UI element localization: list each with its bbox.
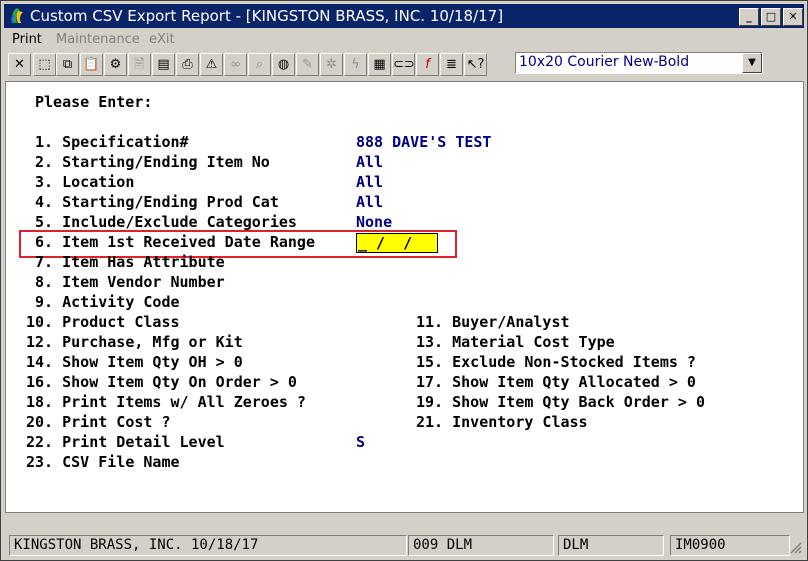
field-label-buyer: 11. Buyer/Analyst bbox=[416, 313, 570, 331]
settings-icon[interactable]: ⚙ bbox=[104, 53, 127, 76]
field-value-item-no: All bbox=[356, 153, 384, 171]
field-label-purchase-mfg-kit: 12. Purchase, Mfg or Kit bbox=[26, 333, 243, 351]
field-label-activity: 9. Activity Code bbox=[26, 293, 180, 311]
field-label-qty-oh: 14. Show Item Qty OH > 0 bbox=[26, 353, 243, 371]
resize-grip-icon[interactable] bbox=[790, 542, 802, 554]
notes-icon[interactable]: ≣ bbox=[440, 53, 463, 76]
field-label-specification: 1. Specification# bbox=[26, 133, 189, 151]
status-session: 009 DLM bbox=[408, 535, 554, 556]
menu-maintenance[interactable]: Maintenance bbox=[56, 32, 140, 47]
close-button[interactable]: ✕ bbox=[783, 8, 803, 26]
field-label-back-order: 19. Show Item Qty Back Order > 0 bbox=[416, 393, 705, 411]
pen-icon[interactable]: ✎ bbox=[296, 53, 319, 76]
field-label-inventory-class: 21. Inventory Class bbox=[416, 413, 588, 431]
lightning-icon[interactable]: ϟ bbox=[344, 53, 367, 76]
field-label-item-no: 2. Starting/Ending Item No bbox=[26, 153, 270, 171]
alert-icon[interactable]: ⚠ bbox=[200, 53, 223, 76]
document-icon[interactable]: 🗎 bbox=[128, 53, 151, 76]
terminal-screen: Please Enter: 1. Specification# 888 DAVE… bbox=[5, 81, 804, 513]
status-program: IM0900 bbox=[670, 535, 790, 556]
field-label-csv-file: 23. CSV File Name bbox=[26, 453, 180, 471]
gear-icon[interactable]: ✲ bbox=[320, 53, 343, 76]
help-icon[interactable]: ↖? bbox=[464, 53, 487, 76]
close-icon[interactable]: ✕ bbox=[8, 53, 31, 76]
field-label-zeroes: 18. Print Items w/ All Zeroes ? bbox=[26, 393, 306, 411]
list-icon[interactable]: ▤ bbox=[152, 53, 175, 76]
field-label-received-date: 6. Item 1st Received Date Range bbox=[26, 233, 315, 251]
title-bar: Custom CSV Export Report - [KINGSTON BRA… bbox=[4, 4, 804, 28]
field-label-attribute: 7. Item Has Attribute bbox=[26, 253, 225, 271]
paste-icon[interactable]: 📋 bbox=[80, 53, 103, 76]
field-label-allocated: 17. Show Item Qty Allocated > 0 bbox=[416, 373, 696, 391]
window-title: Custom CSV Export Report - [KINGSTON BRA… bbox=[30, 7, 504, 25]
field-value-prod-cat: All bbox=[356, 193, 384, 211]
font-select-value: 10x20 Courier New-Bold bbox=[519, 54, 690, 70]
minimize-button[interactable]: _ bbox=[739, 8, 759, 26]
menu-print[interactable]: Print bbox=[12, 32, 42, 47]
field-label-detail-level: 22. Print Detail Level bbox=[26, 433, 225, 451]
field-label-on-order: 16. Show Item Qty On Order > 0 bbox=[26, 373, 297, 391]
field-value-detail-level: S bbox=[356, 433, 366, 451]
menu-bar: Print Maintenance eXit bbox=[4, 30, 804, 50]
field-label-non-stocked: 15. Exclude Non-Stocked Items ? bbox=[416, 353, 696, 371]
received-date-input[interactable]: _ / / bbox=[356, 233, 438, 253]
received-date-value: _ / / bbox=[358, 234, 413, 252]
font-select[interactable]: 10x20 Courier New-Bold ▼ bbox=[515, 52, 763, 74]
field-value-location: All bbox=[356, 173, 384, 191]
calc-icon[interactable]: ▦ bbox=[368, 53, 391, 76]
binoculars-icon[interactable]: ∞ bbox=[224, 53, 247, 76]
select-icon[interactable]: ⬚ bbox=[33, 53, 56, 76]
field-label-categories: 5. Include/Exclude Categories bbox=[26, 213, 297, 231]
search-icon[interactable]: ⌕ bbox=[248, 53, 271, 76]
app-window: Custom CSV Export Report - [KINGSTON BRA… bbox=[0, 0, 808, 561]
prompt-text: Please Enter: bbox=[35, 93, 153, 111]
field-label-print-cost: 20. Print Cost ? bbox=[26, 413, 171, 431]
function-icon[interactable]: f bbox=[416, 53, 439, 76]
status-user: DLM bbox=[558, 535, 664, 556]
field-label-product-class: 10. Product Class bbox=[26, 313, 180, 331]
field-label-prod-cat: 4. Starting/Ending Prod Cat bbox=[26, 193, 279, 211]
field-label-vendor: 8. Item Vendor Number bbox=[26, 273, 225, 291]
status-bar: KINGSTON BRASS, INC. 10/18/17 009 DLM DL… bbox=[4, 534, 804, 556]
link-icon[interactable]: ⊂⊃ bbox=[392, 53, 415, 76]
field-label-location: 3. Location bbox=[26, 173, 135, 191]
maximize-button[interactable]: □ bbox=[761, 8, 781, 26]
print-icon[interactable]: ⎙ bbox=[176, 53, 199, 76]
copy-icon[interactable]: ⧉ bbox=[56, 53, 79, 76]
field-value-categories: None bbox=[356, 213, 393, 231]
status-company: KINGSTON BRASS, INC. 10/18/17 bbox=[9, 535, 407, 556]
field-label-material-cost: 13. Material Cost Type bbox=[416, 333, 615, 351]
chevron-down-icon[interactable]: ▼ bbox=[742, 53, 762, 73]
app-icon bbox=[11, 8, 23, 23]
globe-icon[interactable]: ◍ bbox=[272, 53, 295, 76]
menu-exit[interactable]: eXit bbox=[149, 32, 175, 47]
field-value-specification: 888 DAVE'S TEST bbox=[356, 133, 492, 151]
